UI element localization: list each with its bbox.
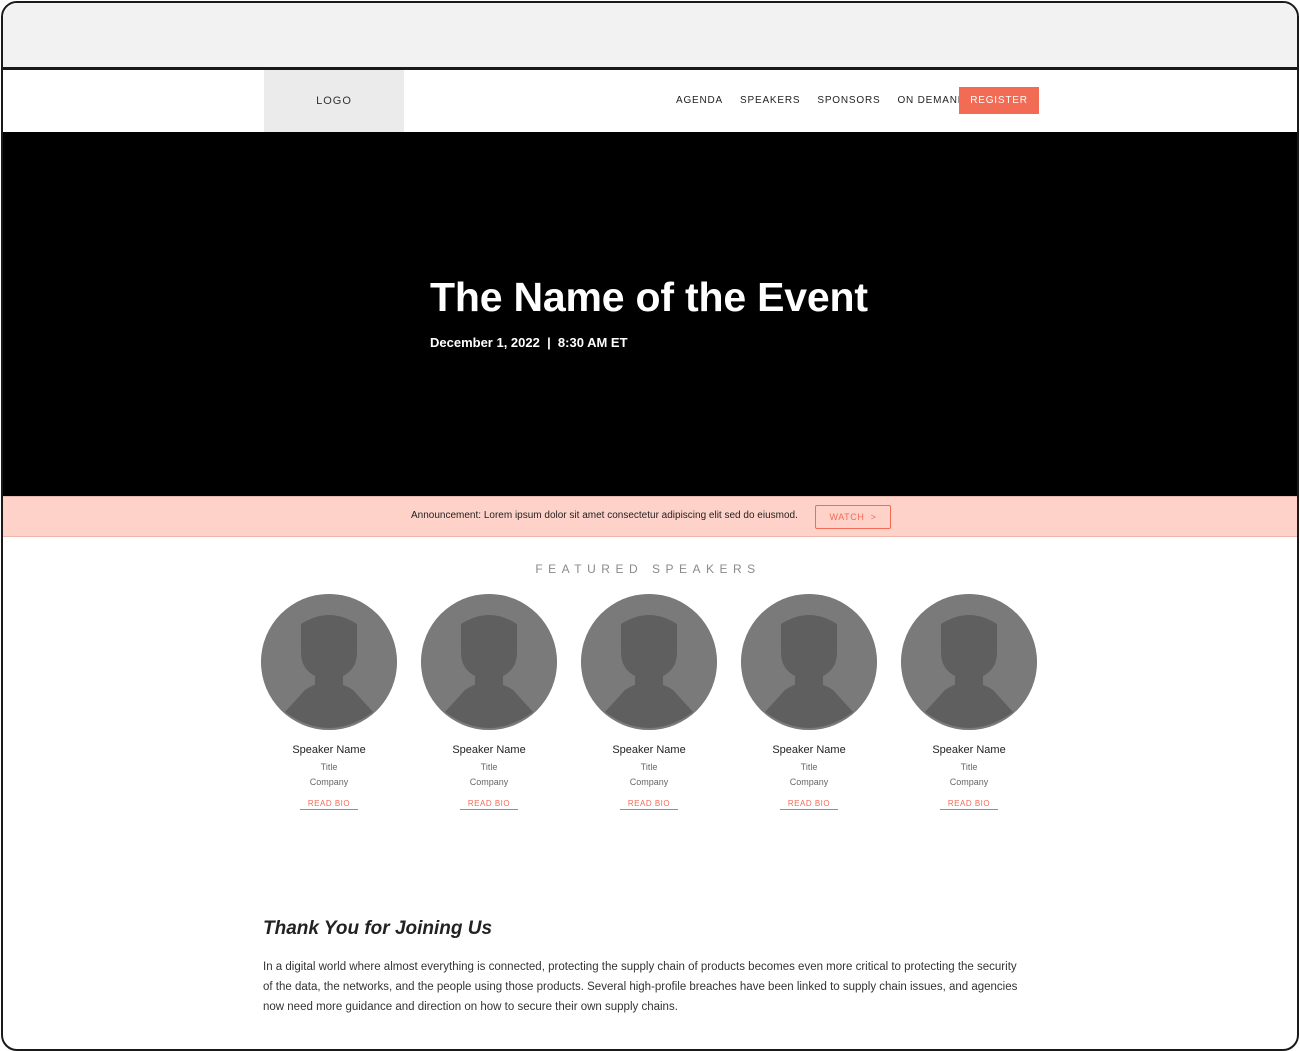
speakers-grid: Speaker Name Title Company READ BIO Spea… — [261, 594, 1037, 834]
avatar-placeholder-icon[interactable] — [581, 594, 717, 730]
nav-speakers[interactable]: SPEAKERS — [740, 95, 800, 106]
speaker-title: Title — [960, 762, 978, 772]
nav-sponsors[interactable]: SPONSORS — [817, 95, 880, 106]
speaker-title: Title — [480, 762, 498, 772]
read-bio-link[interactable]: READ BIO — [779, 799, 839, 810]
hero-banner: The Name of the Event December 1, 2022 |… — [3, 132, 1297, 496]
avatar-placeholder-icon[interactable] — [901, 594, 1037, 730]
speakers-heading: FEATURED SPEAKERS — [535, 562, 761, 576]
speaker-card: Speaker Name Title Company READ BIO — [741, 594, 877, 811]
speaker-company: Company — [949, 777, 989, 787]
browser-window: LOGO AGENDA SPEAKERS SPONSORS ON DEMAND … — [1, 1, 1299, 1051]
event-title: The Name of the Event — [430, 274, 868, 320]
speaker-name: Speaker Name — [772, 744, 846, 756]
site-header: LOGO AGENDA SPEAKERS SPONSORS ON DEMAND … — [3, 70, 1297, 132]
avatar-placeholder-icon[interactable] — [421, 594, 557, 730]
avatar-placeholder-icon[interactable] — [261, 594, 397, 730]
register-button[interactable]: REGISTER — [959, 87, 1039, 114]
speaker-card: Speaker Name Title Company READ BIO — [421, 594, 557, 811]
speaker-company: Company — [629, 777, 669, 787]
speaker-name: Speaker Name — [292, 744, 366, 756]
speaker-title: Title — [800, 762, 818, 772]
thank-you-heading: Thank You for Joining Us — [263, 918, 493, 939]
speaker-card: Speaker Name Title Company READ BIO — [901, 594, 1037, 811]
announcement-text: Announcement: Lorem ipsum dolor sit amet… — [411, 510, 798, 521]
browser-toolbar — [3, 3, 1297, 70]
watch-button[interactable]: WATCH > — [815, 505, 891, 529]
speaker-card: Speaker Name Title Company READ BIO — [581, 594, 717, 811]
speaker-title: Title — [320, 762, 338, 772]
speaker-company: Company — [309, 777, 349, 787]
avatar-placeholder-icon[interactable] — [741, 594, 877, 730]
speaker-name: Speaker Name — [612, 744, 686, 756]
read-bio-link[interactable]: READ BIO — [299, 799, 359, 810]
announcement-bar: Announcement: Lorem ipsum dolor sit amet… — [3, 496, 1297, 537]
read-bio-link[interactable]: READ BIO — [939, 799, 999, 810]
speaker-company: Company — [469, 777, 509, 787]
main-nav: AGENDA SPEAKERS SPONSORS ON DEMAND — [676, 86, 983, 114]
logo[interactable]: LOGO — [264, 70, 404, 132]
nav-on-demand[interactable]: ON DEMAND — [897, 95, 965, 106]
speaker-name: Speaker Name — [932, 744, 1006, 756]
speaker-title: Title — [640, 762, 658, 772]
speaker-company: Company — [789, 777, 829, 787]
read-bio-link[interactable]: READ BIO — [619, 799, 679, 810]
read-bio-link[interactable]: READ BIO — [459, 799, 519, 810]
nav-agenda[interactable]: AGENDA — [676, 95, 723, 106]
speaker-card: Speaker Name Title Company READ BIO — [261, 594, 397, 811]
event-date: December 1, 2022 | 8:30 AM ET — [430, 335, 628, 350]
thank-you-body: In a digital world where almost everythi… — [263, 961, 1018, 1013]
speaker-name: Speaker Name — [452, 744, 526, 756]
